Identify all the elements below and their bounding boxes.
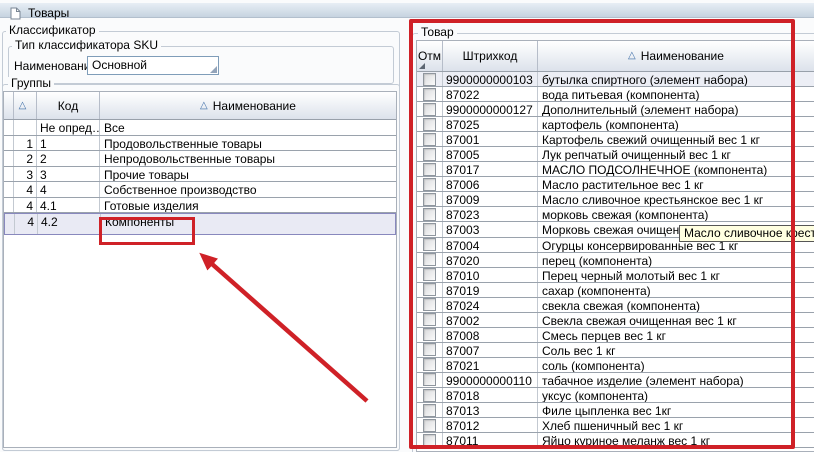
groups-header-name[interactable]: △ Наименование bbox=[100, 92, 396, 119]
sort-asc-icon: △ bbox=[200, 101, 208, 111]
group-row-number: 2 bbox=[14, 151, 37, 166]
group-row[interactable]: Не опред… Все bbox=[4, 120, 396, 136]
classifier-name-value: Основной bbox=[92, 58, 147, 72]
group-row-number: 1 bbox=[14, 136, 37, 151]
group-row-code: 2 bbox=[37, 151, 100, 166]
group-row-number: 4 bbox=[15, 214, 38, 234]
group-row-code: 1 bbox=[37, 136, 100, 151]
groups-header-code[interactable]: Код bbox=[37, 92, 100, 119]
group-row-name: Продовольственные товары bbox=[100, 136, 396, 151]
group-row-name: Непродовольственные товары bbox=[100, 151, 396, 166]
group-row[interactable]: 4 4.2 Компоненты bbox=[4, 213, 396, 235]
groups-header-sort[interactable]: △ bbox=[14, 92, 37, 119]
classifier-type-label: Тип классификатора SKU bbox=[12, 39, 161, 52]
group-row-code: 3 bbox=[37, 167, 100, 182]
classifier-name-input[interactable]: Основной bbox=[87, 56, 219, 75]
groups-header-code-label: Код bbox=[58, 99, 78, 113]
groups-label: Группы bbox=[8, 77, 54, 90]
groups-table-header: △ Код △ Наименование bbox=[4, 92, 396, 120]
groups-header-name-label: Наименование bbox=[213, 99, 296, 113]
group-row-indicator bbox=[4, 136, 14, 151]
group-row-code: 4.1 bbox=[37, 198, 100, 213]
group-row-name: Собственное производство bbox=[100, 182, 396, 197]
groups-table: △ Код △ Наименование Не опред… Все bbox=[3, 91, 397, 448]
classifier-label: Классификатор bbox=[6, 24, 99, 37]
sort-asc-icon: △ bbox=[19, 101, 27, 111]
group-row-number: 3 bbox=[14, 167, 37, 182]
group-row-indicator bbox=[4, 120, 14, 135]
group-row-name: Прочие товары bbox=[100, 167, 396, 182]
group-row[interactable]: 4 4 Собственное производство bbox=[4, 182, 396, 198]
group-row-indicator bbox=[5, 214, 15, 234]
groups-header-indicator bbox=[4, 92, 14, 119]
group-row-name: Все bbox=[100, 120, 396, 135]
input-corner-grip-icon[interactable] bbox=[210, 66, 217, 73]
annotation-rectangle-products bbox=[409, 19, 795, 449]
group-row-indicator bbox=[4, 198, 14, 213]
group-row[interactable]: 3 3 Прочие товары bbox=[4, 167, 396, 183]
group-row-code: 4 bbox=[37, 182, 100, 197]
groups-table-body: Не опред… Все 1 1 Продовольственные това… bbox=[4, 120, 396, 235]
group-row-indicator bbox=[4, 182, 14, 197]
tab-goods[interactable]: Товары bbox=[28, 6, 69, 20]
group-row-name: Готовые изделия bbox=[100, 198, 396, 213]
group-row[interactable]: 2 2 Непродовольственные товары bbox=[4, 151, 396, 167]
group-row-code: 4.2 bbox=[38, 214, 101, 234]
top-tab-bar: Товары bbox=[0, 3, 814, 18]
group-row[interactable]: 1 1 Продовольственные товары bbox=[4, 136, 396, 152]
group-row-number bbox=[14, 120, 37, 135]
document-icon bbox=[10, 7, 21, 23]
group-row-code: Не опред… bbox=[37, 120, 100, 135]
group-row-indicator bbox=[4, 151, 14, 166]
group-row-number: 4 bbox=[14, 198, 37, 213]
name-field-label: Наименование bbox=[14, 59, 97, 73]
group-row[interactable]: 4 4.1 Готовые изделия bbox=[4, 198, 396, 214]
app-window: Товары Классификатор Тип классификатора … bbox=[0, 0, 814, 452]
group-row-number: 4 bbox=[14, 182, 37, 197]
annotation-rectangle-components bbox=[99, 217, 195, 245]
group-row-indicator bbox=[4, 167, 14, 182]
